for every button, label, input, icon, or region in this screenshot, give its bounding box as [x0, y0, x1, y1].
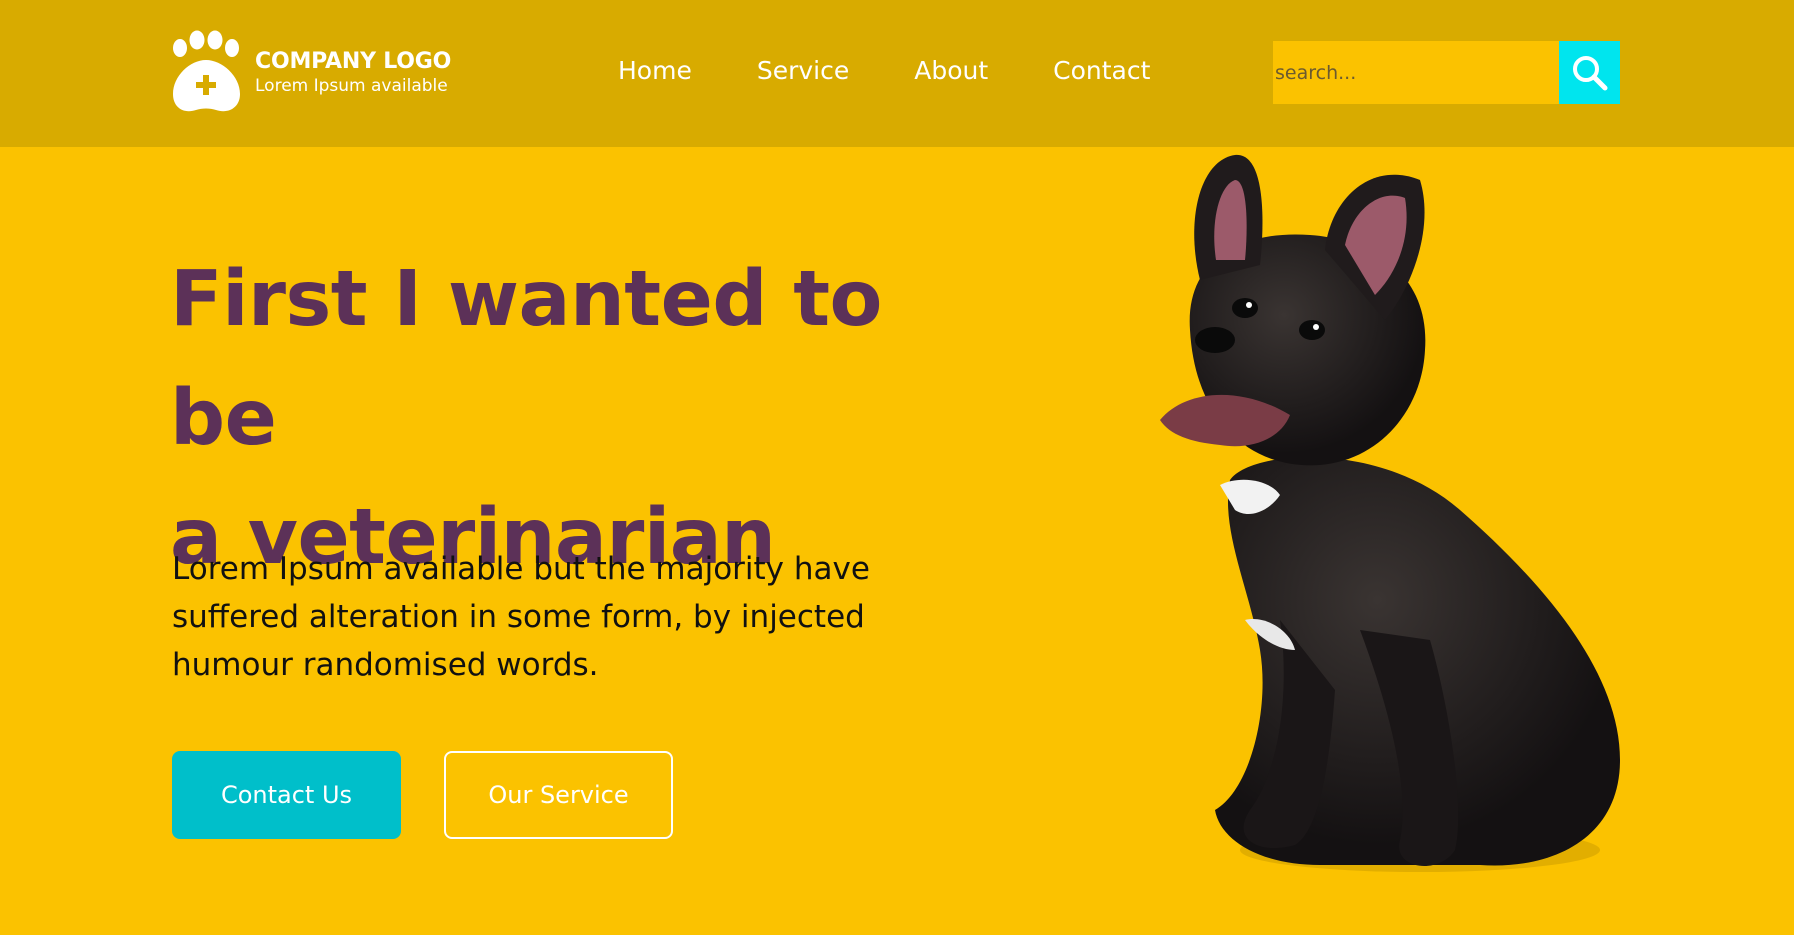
hero-heading-line-1: First I wanted to be: [170, 255, 882, 463]
hero-heading: First I wanted to be a veterinarian: [170, 240, 990, 597]
company-logo[interactable]: COMPANY LOGO Lorem Ipsum available: [170, 30, 451, 114]
search-box: [1273, 41, 1620, 104]
search-input[interactable]: [1273, 41, 1559, 104]
logo-title: COMPANY LOGO: [255, 48, 452, 74]
nav-service[interactable]: Service: [757, 52, 849, 90]
search-button[interactable]: [1559, 41, 1620, 104]
our-service-button[interactable]: Our Service: [444, 751, 673, 839]
search-icon: [1572, 55, 1607, 90]
nav-contact[interactable]: Contact: [1053, 52, 1150, 90]
contact-us-button[interactable]: Contact Us: [172, 751, 401, 839]
main-nav: Home Service About Contact: [618, 52, 1150, 90]
logo-text: COMPANY LOGO Lorem Ipsum available: [255, 48, 451, 97]
logo-subtitle: Lorem Ipsum available: [255, 75, 448, 96]
french-bulldog-image: [1160, 154, 1620, 872]
nav-about[interactable]: About: [914, 52, 988, 90]
paw-plus-icon: [173, 30, 240, 112]
site-header: COMPANY LOGO Lorem Ipsum available Home …: [0, 0, 1794, 147]
nav-home[interactable]: Home: [618, 52, 692, 90]
hero-description: Lorem Ipsum available but the majority h…: [172, 551, 870, 683]
